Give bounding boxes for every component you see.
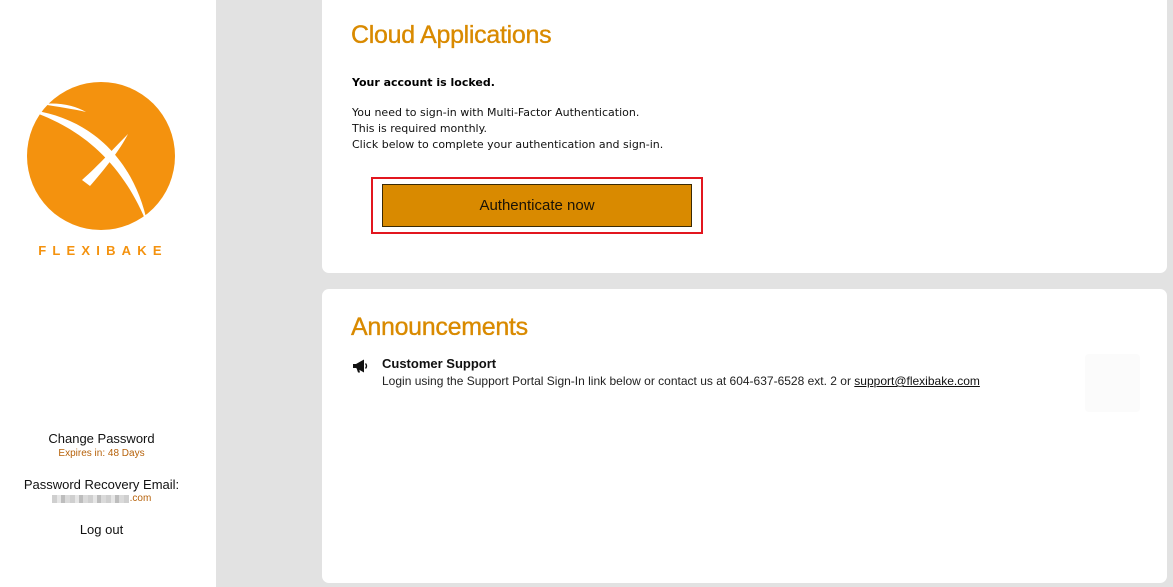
announcement-text: Login using the Support Portal Sign-In l… bbox=[382, 374, 855, 388]
flexibake-logo[interactable]: FLEXIBAKE bbox=[20, 76, 190, 276]
cloud-applications-card: Cloud Applications Your account is locke… bbox=[322, 0, 1167, 273]
brand-wordmark: FLEXIBAKE bbox=[38, 243, 168, 258]
password-expiry: Expires in: 48 Days bbox=[58, 448, 145, 459]
faded-panel bbox=[1085, 354, 1140, 412]
recovery-email-suffix: .com bbox=[129, 493, 152, 504]
mfa-message-line: You need to sign-in with Multi-Factor Au… bbox=[352, 106, 640, 119]
redacted-email-block bbox=[51, 495, 129, 503]
account-locked-text: Your account is locked. bbox=[352, 76, 495, 89]
sidebar: FLEXIBAKE Change Password Expires in: 48… bbox=[0, 0, 216, 587]
account-links: Change Password Expires in: 48 Days Pass… bbox=[0, 430, 203, 538]
announcement-body: Login using the Support Portal Sign-In l… bbox=[382, 374, 980, 388]
authenticate-now-button[interactable]: Authenticate now bbox=[382, 184, 692, 227]
recovery-email-label[interactable]: Password Recovery Email: bbox=[0, 477, 203, 493]
megaphone-icon bbox=[353, 359, 368, 373]
mfa-message: You need to sign-in with Multi-Factor Au… bbox=[352, 105, 663, 153]
announcement-title: Customer Support bbox=[382, 356, 497, 371]
change-password-link[interactable]: Change Password bbox=[0, 430, 203, 448]
mfa-message-line: This is required monthly. bbox=[352, 122, 488, 135]
page: FLEXIBAKE Change Password Expires in: 48… bbox=[0, 0, 1173, 587]
authenticate-highlight: Authenticate now bbox=[371, 177, 703, 234]
cloud-applications-title: Cloud Applications bbox=[351, 21, 552, 49]
logout-link[interactable]: Log out bbox=[0, 522, 203, 538]
support-email-link[interactable]: support@flexibake.com bbox=[854, 374, 980, 388]
announcements-card: Announcements Customer Support Login usi… bbox=[322, 289, 1167, 583]
mfa-message-line: Click below to complete your authenticat… bbox=[352, 138, 664, 151]
announcements-title: Announcements bbox=[351, 313, 528, 341]
recovery-email-value: .com bbox=[0, 493, 203, 505]
